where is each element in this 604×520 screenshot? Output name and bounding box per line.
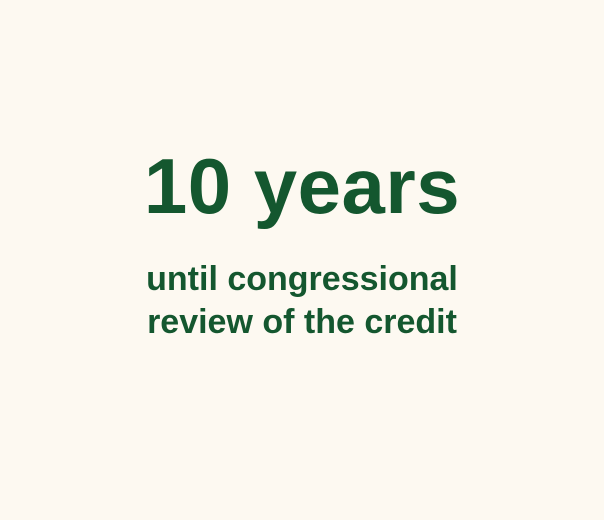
- stat-caption-line-2: review of the credit: [147, 303, 457, 341]
- stat-card: 10 years until congressional review of t…: [0, 0, 604, 520]
- stat-caption: until congressional review of the credit: [0, 258, 604, 344]
- stat-value: 10 years: [143, 142, 461, 230]
- stat-caption-line-1: until congressional: [146, 260, 458, 298]
